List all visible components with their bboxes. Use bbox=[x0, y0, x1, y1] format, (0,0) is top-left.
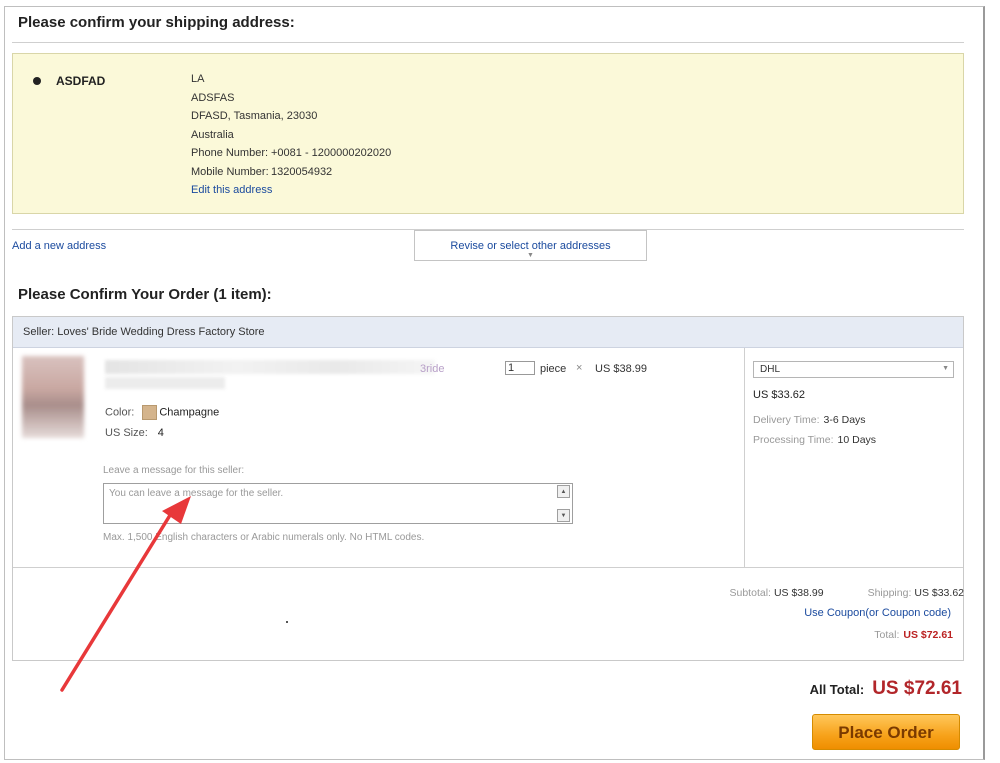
subtotal-value: US $38.99 bbox=[773, 587, 824, 599]
processing-time-label: Processing Time: bbox=[753, 434, 834, 446]
seller-bar: Seller: Loves' Bride Wedding Dress Facto… bbox=[13, 317, 963, 348]
confirm-order-heading: Please Confirm Your Order (1 item): bbox=[18, 286, 272, 303]
scroll-down-icon[interactable]: ▼ bbox=[557, 509, 570, 522]
order-total-row: Total: US $72.61 bbox=[874, 629, 953, 641]
revise-addresses-label: Revise or select other addresses bbox=[450, 240, 611, 252]
processing-time-value: 10 Days bbox=[837, 434, 877, 446]
all-total-value: US $72.61 bbox=[872, 678, 962, 699]
chevron-down-icon: ▼ bbox=[527, 252, 534, 259]
address-radio-selected[interactable]: ● bbox=[33, 77, 41, 85]
all-total: All Total: US $72.61 bbox=[810, 678, 962, 700]
product-thumbnail[interactable] bbox=[22, 356, 84, 438]
delivery-time-label: Delivery Time: bbox=[753, 414, 820, 426]
message-hint: Max. 1,500 English characters or Arabic … bbox=[103, 532, 425, 543]
order-subtotal-row: Subtotal: US $38.99 Shipping: US $33.62 bbox=[730, 587, 965, 599]
address-contact-name: ASDFAD bbox=[56, 74, 106, 88]
address-line2: ADSFAS bbox=[191, 91, 235, 104]
address-line1: LA bbox=[191, 73, 205, 85]
color-label: Color: bbox=[105, 406, 135, 419]
phone-value: +0081 - 1200000202020 bbox=[271, 147, 392, 159]
seller-name: Seller: Loves' Bride Wedding Dress Facto… bbox=[23, 326, 265, 338]
total-value: US $72.61 bbox=[903, 629, 953, 641]
stray-dot bbox=[286, 621, 288, 623]
phone-row: Phone Number: +0081 - 1200000202020 bbox=[191, 144, 391, 163]
all-total-label: All Total: bbox=[809, 682, 865, 697]
address-line3: DFASD, Tasmania, 23030 bbox=[191, 110, 318, 122]
scroll-up-icon[interactable]: ▲ bbox=[557, 485, 570, 498]
seller-message-textarea[interactable]: You can leave a message for the seller. bbox=[103, 483, 573, 524]
shipping-method-select[interactable]: DHL ▼ bbox=[753, 361, 954, 378]
shipping-value: US $33.62 bbox=[914, 587, 964, 599]
unit-price: US $38.99 bbox=[595, 363, 647, 375]
selected-address-card[interactable] bbox=[12, 53, 964, 214]
phone-label: Phone Number: bbox=[191, 147, 269, 159]
shipping-address-heading: Please confirm your shipping address: bbox=[18, 14, 295, 31]
address-country: Australia bbox=[191, 128, 234, 141]
shipping-method-value: DHL bbox=[760, 364, 781, 375]
color-row: Color: Champagne bbox=[105, 405, 219, 420]
color-swatch bbox=[142, 405, 158, 420]
delivery-time-value: 3-6 Days bbox=[823, 414, 866, 426]
revise-addresses-button[interactable]: Revise or select other addresses ▼ bbox=[414, 230, 647, 261]
summary-divider bbox=[13, 567, 963, 568]
chevron-down-icon: ▼ bbox=[942, 365, 949, 372]
use-coupon-link[interactable]: Use Coupon(or Coupon code) bbox=[804, 607, 951, 619]
product-title-blurred[interactable] bbox=[105, 360, 435, 374]
shipping-times: Delivery Time: 3-6 Days Processing Time: 1… bbox=[753, 410, 876, 450]
size-row: US Size: 4 bbox=[105, 427, 164, 439]
mobile-value: 1320054932 bbox=[271, 165, 333, 178]
shipping-cost: US $33.62 bbox=[753, 389, 805, 401]
column-divider bbox=[744, 348, 745, 568]
place-order-button[interactable]: Place Order bbox=[812, 714, 960, 750]
size-value: 4 bbox=[157, 427, 164, 439]
product-title-tail[interactable]: 3ride bbox=[420, 363, 444, 375]
quantity-unit: piece bbox=[540, 363, 567, 375]
size-label: US Size: bbox=[105, 427, 148, 439]
mobile-label: Mobile Number: bbox=[191, 165, 269, 178]
divider bbox=[12, 42, 964, 43]
mobile-row: Mobile Number: 1320054932 bbox=[191, 163, 391, 182]
color-value: Champagne bbox=[159, 406, 220, 419]
add-new-address-link[interactable]: Add a new address bbox=[12, 240, 106, 252]
shipping-label: Shipping: bbox=[867, 587, 912, 599]
edit-address-link[interactable]: Edit this address bbox=[191, 184, 272, 196]
product-title-line2-blurred bbox=[105, 377, 225, 389]
quantity-input[interactable]: 1 bbox=[505, 361, 535, 375]
seller-message-label: Leave a message for this seller: bbox=[103, 465, 245, 476]
subtotal-label: Subtotal: bbox=[729, 587, 771, 599]
multiply-sign: × bbox=[576, 362, 583, 374]
address-details: LA ADSFAS DFASD, Tasmania, 23030 Austral… bbox=[191, 70, 391, 200]
total-label: Total: bbox=[874, 629, 900, 641]
